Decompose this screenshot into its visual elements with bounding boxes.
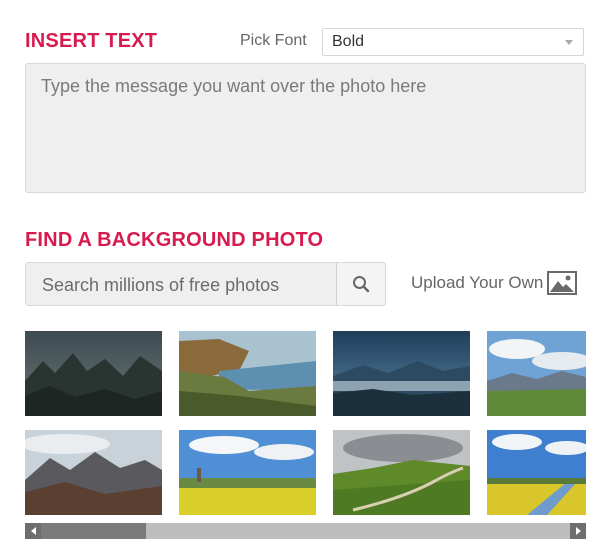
photo-thumbnail-8[interactable]	[487, 430, 586, 515]
arrow-right-icon[interactable]	[570, 523, 586, 539]
photo-thumbnail-2[interactable]	[179, 331, 316, 416]
arrow-left-icon[interactable]	[25, 523, 41, 539]
image-icon	[547, 271, 578, 295]
photo-image	[487, 331, 586, 416]
search-icon	[353, 276, 370, 293]
photo-search-input[interactable]: Search millions of free photos	[25, 262, 386, 306]
photo-image	[25, 430, 162, 515]
message-placeholder: Type the message you want over the photo…	[41, 76, 427, 96]
photo-thumbnail-3[interactable]	[333, 331, 470, 416]
upload-label: Upload Your Own	[411, 273, 544, 292]
photo-image	[333, 430, 470, 515]
upload-own-button[interactable]: Upload Your Own	[411, 268, 578, 298]
scrollbar-thumb[interactable]	[41, 523, 146, 539]
font-select[interactable]: Bold	[322, 28, 584, 56]
message-textarea[interactable]: Type the message you want over the photo…	[25, 63, 586, 193]
photo-thumbnail-7[interactable]	[333, 430, 470, 515]
photo-thumbnail-5[interactable]	[25, 430, 162, 515]
search-button[interactable]	[336, 262, 386, 306]
search-placeholder: Search millions of free photos	[42, 275, 280, 295]
background-photo-heading: FIND A BACKGROUND PHOTO	[25, 229, 324, 251]
photo-image	[179, 430, 316, 515]
photo-thumbnail-4[interactable]	[487, 331, 586, 416]
photo-thumbnail-6[interactable]	[179, 430, 316, 515]
photo-image	[487, 430, 586, 515]
photo-image	[333, 331, 470, 416]
photo-thumbnail-1[interactable]	[25, 331, 162, 416]
photo-image	[25, 331, 162, 416]
chevron-down-icon	[565, 40, 573, 45]
photo-image	[179, 331, 316, 416]
pick-font-label: Pick Font	[240, 32, 307, 49]
font-select-value: Bold	[332, 33, 365, 50]
horizontal-scrollbar[interactable]	[25, 523, 586, 539]
insert-text-heading: INSERT TEXT	[25, 30, 158, 52]
